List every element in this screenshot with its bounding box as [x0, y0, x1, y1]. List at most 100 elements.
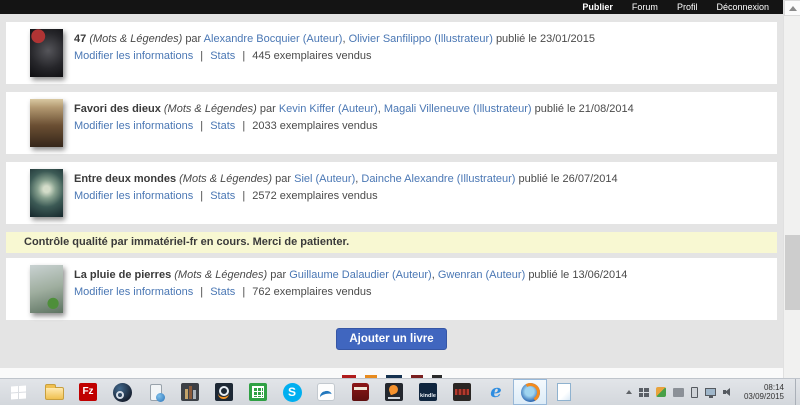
taskbar-file-explorer[interactable]	[37, 379, 71, 405]
taskbar-clock[interactable]: 08:14 03/09/2015	[744, 383, 784, 401]
taskbar-kindle[interactable]: kindle	[411, 379, 445, 405]
network-icon[interactable]	[705, 388, 716, 396]
illustrator-link[interactable]: Magali Villeneuve (Illustrateur)	[384, 103, 532, 115]
author-link[interactable]: Siel (Auteur)	[294, 173, 355, 185]
tray-device-icon[interactable]	[691, 387, 698, 398]
author-separator: ,	[432, 269, 435, 281]
scrollbar-thumb[interactable]	[785, 235, 800, 310]
taskbar-amazon-search[interactable]	[207, 379, 241, 405]
published-date: publié le 23/01/2015	[496, 33, 595, 45]
nav-forum[interactable]: Forum	[632, 0, 658, 14]
stats-link[interactable]: Stats	[210, 190, 235, 202]
taskbar-firefox[interactable]	[513, 379, 547, 405]
tray-app-icon[interactable]	[656, 387, 666, 397]
add-book-button[interactable]: Ajouter un livre	[336, 328, 446, 350]
separator: |	[242, 120, 245, 132]
separator: |	[242, 286, 245, 298]
taskbar-ebook-device[interactable]	[139, 379, 173, 405]
steam-icon	[113, 383, 132, 402]
copies-sold: 445 exemplaires vendus	[252, 50, 371, 62]
author-link[interactable]: Gwenran (Auteur)	[438, 269, 525, 281]
quality-control-notice: Contrôle qualité par immatériel-fr en co…	[6, 232, 777, 253]
edit-info-link[interactable]: Modifier les informations	[74, 120, 193, 132]
stats-link[interactable]: Stats	[210, 120, 235, 132]
separator: |	[200, 286, 203, 298]
action-center-icon[interactable]	[639, 388, 649, 397]
taskbar-mobi-tool[interactable]	[445, 379, 479, 405]
internet-explorer-icon: e	[490, 383, 501, 401]
edit-info-link[interactable]: Modifier les informations	[74, 286, 193, 298]
taskbar-red-ebook[interactable]	[343, 379, 377, 405]
taskbar-internet-explorer[interactable]: e	[479, 379, 513, 405]
taskbar-book-library[interactable]	[173, 379, 207, 405]
stats-link[interactable]: Stats	[210, 286, 235, 298]
book-row: La pluie de pierres (Mots & Légendes) pa…	[6, 258, 777, 320]
separator: |	[200, 120, 203, 132]
clock-time: 08:14	[744, 383, 784, 392]
nav-deconnexion[interactable]: Déconnexion	[716, 0, 769, 14]
book-title: 47	[74, 33, 86, 45]
taskbar-notepad[interactable]	[547, 379, 581, 405]
stats-link[interactable]: Stats	[210, 50, 235, 62]
windows-logo-icon	[11, 385, 26, 399]
book-series: (Mots & Légendes)	[164, 103, 257, 115]
kindle-previewer-icon	[385, 383, 403, 401]
scrollbar[interactable]	[783, 0, 800, 378]
tray-utility-icon[interactable]	[673, 388, 684, 397]
author-separator: ,	[342, 33, 345, 45]
book-cover-thumbnail	[30, 265, 63, 313]
openoffice-icon	[317, 383, 335, 401]
taskbar-steam[interactable]	[105, 379, 139, 405]
show-hidden-icons-arrow[interactable]	[626, 390, 632, 394]
start-button[interactable]	[0, 379, 37, 405]
book-list-page: 47 (Mots & Légendes) par Alexandre Bocqu…	[0, 14, 783, 378]
book-series: (Mots & Légendes)	[179, 173, 272, 185]
book-title: Favori des dieux	[74, 103, 161, 115]
mobi-tool-icon	[453, 383, 471, 401]
red-ebook-icon	[352, 383, 369, 401]
book-cover-thumbnail	[30, 29, 63, 77]
author-separator: ,	[355, 173, 358, 185]
by-label: par	[270, 269, 286, 281]
author-link[interactable]: Alexandre Bocquier (Auteur)	[204, 33, 343, 45]
taskbar-spreadsheet[interactable]	[241, 379, 275, 405]
kindle-icon: kindle	[419, 383, 437, 401]
edit-info-link[interactable]: Modifier les informations	[74, 190, 193, 202]
author-link[interactable]: Kevin Kiffer (Auteur)	[279, 103, 378, 115]
volume-icon[interactable]	[723, 387, 733, 397]
show-desktop-button[interactable]	[795, 379, 800, 405]
taskbar-kindle-previewer[interactable]	[377, 379, 411, 405]
author-link[interactable]: Guillaume Dalaudier (Auteur)	[289, 269, 431, 281]
book-title: Entre deux mondes	[74, 173, 176, 185]
folder-icon	[45, 387, 64, 400]
taskbar-filezilla[interactable]: Fz	[71, 379, 105, 405]
taskbar-skype[interactable]: S	[275, 379, 309, 405]
book-info: Entre deux mondes (Mots & Légendes) par …	[74, 169, 618, 217]
copies-sold: 2572 exemplaires vendus	[252, 190, 377, 202]
spreadsheet-icon	[249, 383, 267, 401]
book-row: 47 (Mots & Légendes) par Alexandre Bocqu…	[6, 22, 777, 84]
taskbar-openoffice[interactable]	[309, 379, 343, 405]
book-info: Favori des dieux (Mots & Légendes) par K…	[74, 99, 634, 147]
nav-profil[interactable]: Profil	[677, 0, 698, 14]
published-date: publié le 21/08/2014	[535, 103, 634, 115]
add-book-row: Ajouter un livre	[0, 328, 783, 350]
separator: |	[200, 190, 203, 202]
scrollbar-up-button[interactable]	[784, 0, 800, 16]
filezilla-icon: Fz	[79, 383, 97, 401]
illustrator-link[interactable]: Dainche Alexandre (Illustrateur)	[361, 173, 515, 185]
chevron-up-icon	[789, 6, 797, 11]
edit-info-link[interactable]: Modifier les informations	[74, 50, 193, 62]
book-row: Entre deux mondes (Mots & Légendes) par …	[6, 162, 777, 224]
separator: |	[200, 50, 203, 62]
book-info: 47 (Mots & Légendes) par Alexandre Bocqu…	[74, 29, 595, 77]
illustrator-link[interactable]: Olivier Sanfilippo (Illustrateur)	[349, 33, 493, 45]
book-title: La pluie de pierres	[74, 269, 171, 281]
top-nav: Publier Forum Profil Déconnexion	[0, 0, 783, 14]
published-date: publié le 26/07/2014	[519, 173, 618, 185]
by-label: par	[275, 173, 291, 185]
notepad-icon	[557, 383, 571, 401]
nav-publier[interactable]: Publier	[582, 0, 613, 14]
book-series: (Mots & Légendes)	[174, 269, 267, 281]
firefox-icon	[521, 383, 540, 402]
